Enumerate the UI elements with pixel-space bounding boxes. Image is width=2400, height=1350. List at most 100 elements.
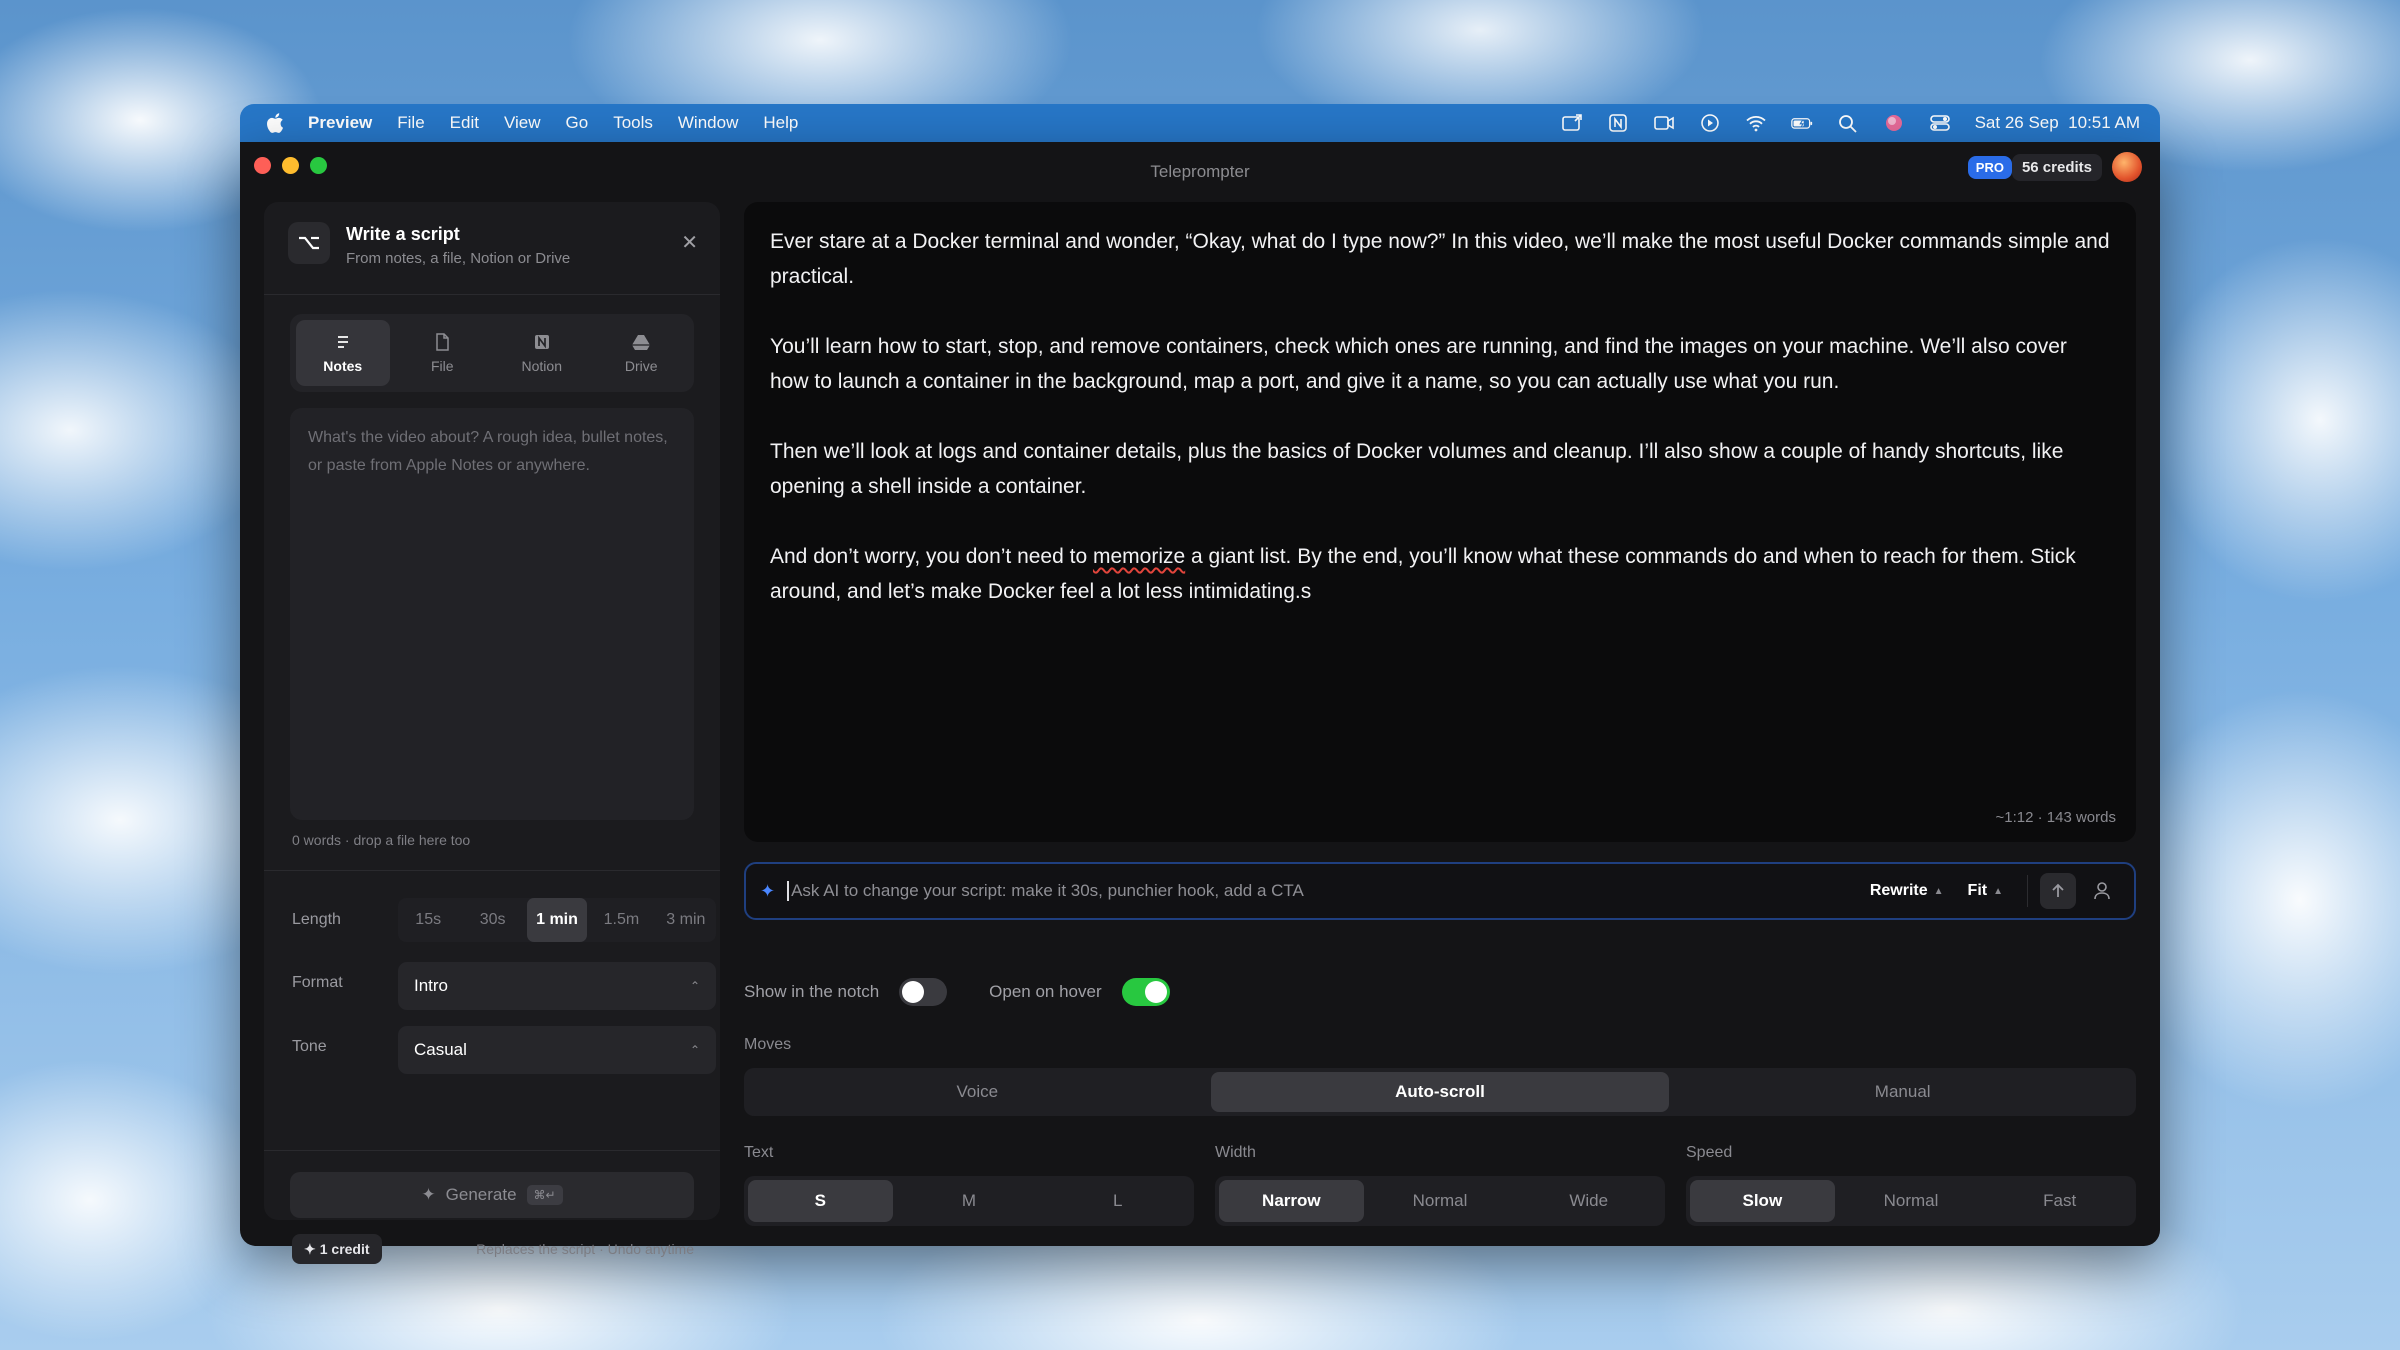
speed-label: Speed: [1686, 1144, 1733, 1161]
length-option-1min[interactable]: 1 min: [526, 898, 588, 942]
speed-slow[interactable]: Slow: [1690, 1180, 1835, 1222]
source-tabs: Notes File Notion Drive: [290, 314, 694, 392]
fit-label: Fit: [1967, 882, 1988, 899]
notes-word-count: 0 words · drop a file here too: [292, 832, 471, 848]
battery-icon[interactable]: [1790, 113, 1813, 133]
moves-selector: Voice Auto-scroll Manual: [744, 1068, 2136, 1116]
menu-window[interactable]: Window: [678, 113, 738, 133]
tab-notes[interactable]: Notes: [296, 320, 390, 386]
speed-normal[interactable]: Normal: [1839, 1180, 1984, 1222]
chevron-up-icon: ▲: [1933, 885, 1944, 897]
pro-badge[interactable]: PRO: [1967, 155, 2012, 179]
length-option-3min[interactable]: 3 min: [656, 898, 716, 942]
ai-prompt-input[interactable]: [787, 881, 1846, 901]
play-icon[interactable]: [1699, 113, 1721, 133]
tab-drive[interactable]: Drive: [595, 320, 689, 386]
text-size-s[interactable]: S: [748, 1180, 893, 1222]
tab-drive-label: Drive: [624, 358, 658, 374]
person-icon[interactable]: [2084, 873, 2120, 909]
menu-view[interactable]: View: [504, 113, 541, 133]
moves-label: Moves: [744, 1036, 792, 1053]
open-hover-toggle[interactable]: [1121, 978, 1170, 1006]
moves-option-voice[interactable]: Voice: [748, 1072, 1207, 1112]
length-option-15s[interactable]: 15s: [398, 898, 458, 942]
send-button[interactable]: [2040, 873, 2076, 909]
notes-icon: [337, 336, 348, 348]
credit-cost-label: 1 credit: [319, 1241, 370, 1257]
text-size-m[interactable]: M: [897, 1180, 1042, 1222]
length-option-1-5m[interactable]: 1.5m: [591, 898, 651, 942]
siri-icon[interactable]: [1883, 113, 1905, 133]
menu-bar: Preview File Edit View Go Tools Window H…: [240, 104, 2160, 142]
status-area: Sat 26 Sep 10:51 AM: [1561, 113, 2160, 133]
moves-option-manual[interactable]: Manual: [1673, 1072, 2132, 1112]
notes-textarea[interactable]: What's the video about? A rough idea, bu…: [290, 408, 694, 820]
menu-go[interactable]: Go: [566, 113, 589, 133]
format-value: Intro: [414, 976, 449, 995]
script-paragraph: Then we’ll look at logs and container de…: [770, 440, 2064, 498]
fit-dropdown[interactable]: Fit ▲: [1968, 882, 2003, 900]
tab-file[interactable]: File: [396, 320, 490, 386]
replace-note: Replaces the script · Undo anytime: [476, 1241, 694, 1257]
width-label: Width: [1215, 1144, 1256, 1161]
script-text-segment: And don’t worry, you don’t need to: [770, 545, 1093, 568]
speed-selector: Slow Normal Fast: [1686, 1176, 2136, 1226]
chevron-up-icon: ▲: [1993, 885, 2003, 897]
write-script-panel: Write a script From notes, a file, Notio…: [264, 202, 720, 1264]
tab-notes-label: Notes: [323, 358, 363, 374]
divider: [264, 1150, 720, 1151]
credits-count[interactable]: 56 credits: [2011, 153, 2102, 181]
menu-file[interactable]: File: [397, 113, 424, 133]
show-notch-toggle[interactable]: [899, 978, 948, 1006]
search-icon[interactable]: [1837, 113, 1859, 133]
panel-title: Write a script: [346, 224, 460, 244]
panel-subtitle: From notes, a file, Notion or Drive: [346, 250, 571, 267]
wifi-icon[interactable]: [1745, 113, 1767, 133]
tab-notion[interactable]: Notion: [495, 320, 589, 386]
width-selector: Narrow Normal Wide: [1215, 1176, 1665, 1226]
title-bar: Teleprompter PRO 56 credits: [240, 142, 2160, 200]
divider: [2027, 875, 2028, 907]
text-size-l[interactable]: L: [1045, 1180, 1190, 1222]
speed-fast[interactable]: Fast: [1987, 1180, 2132, 1222]
script-paragraph: And don’t worry, you don’t need to memor…: [770, 539, 2110, 609]
close-icon[interactable]: ✕: [681, 230, 698, 255]
width-narrow[interactable]: Narrow: [1219, 1180, 1364, 1222]
ai-prompt-bar: ✦ Rewrite ▲ Fit ▲: [744, 862, 2136, 920]
tone-select[interactable]: Casual ⌃: [398, 1026, 716, 1074]
format-select[interactable]: Intro ⌃: [398, 962, 716, 1010]
screen-share-icon[interactable]: [1561, 113, 1583, 133]
menu-tools[interactable]: Tools: [613, 113, 653, 133]
misspelled-word[interactable]: memorize: [1093, 545, 1185, 568]
rewrite-dropdown[interactable]: Rewrite ▲: [1870, 882, 1944, 900]
text-size-selector: S M L: [744, 1176, 1194, 1226]
generate-label: Generate: [445, 1185, 517, 1204]
panel-header: Write a script From notes, a file, Notio…: [288, 220, 698, 276]
rewrite-label: Rewrite: [1869, 882, 1928, 899]
tab-file-label: File: [430, 358, 454, 374]
menu-edit[interactable]: Edit: [450, 113, 479, 133]
control-center-icon[interactable]: [1929, 113, 1951, 133]
width-wide[interactable]: Wide: [1516, 1180, 1661, 1222]
script-text: Ever stare at a Docker terminal and wond…: [770, 224, 2110, 609]
menubar-clock[interactable]: Sat 26 Sep 10:51 AM: [1975, 113, 2140, 133]
notion-icon: [534, 335, 549, 349]
divider: [264, 294, 720, 295]
width-normal[interactable]: Normal: [1368, 1180, 1513, 1222]
menu-help[interactable]: Help: [763, 113, 798, 133]
avatar[interactable]: [2112, 152, 2142, 182]
moves-option-auto-scroll[interactable]: Auto-scroll: [1210, 1072, 1670, 1112]
script-editor[interactable]: Ever stare at a Docker terminal and wond…: [744, 202, 2136, 842]
menu-app-name[interactable]: Preview: [308, 113, 372, 133]
generate-button[interactable]: ✦ Generate ⌘↵: [290, 1172, 694, 1218]
script-paragraph: You’ll learn how to start, stop, and rem…: [770, 335, 2067, 393]
notion-menubar-icon[interactable]: [1607, 113, 1629, 133]
script-word-count: ~1:12 · 143 words: [1995, 809, 2117, 826]
open-hover-label: Open on hover: [989, 982, 1102, 1001]
apple-icon[interactable]: [264, 112, 286, 134]
length-option-30s[interactable]: 30s: [462, 898, 522, 942]
teleprompter-window: Teleprompter PRO 56 credits Write a scri…: [240, 142, 2160, 1264]
script-generator-icon: [288, 222, 330, 264]
video-camera-icon[interactable]: [1653, 113, 1675, 133]
toggle-knob: [902, 981, 925, 1003]
